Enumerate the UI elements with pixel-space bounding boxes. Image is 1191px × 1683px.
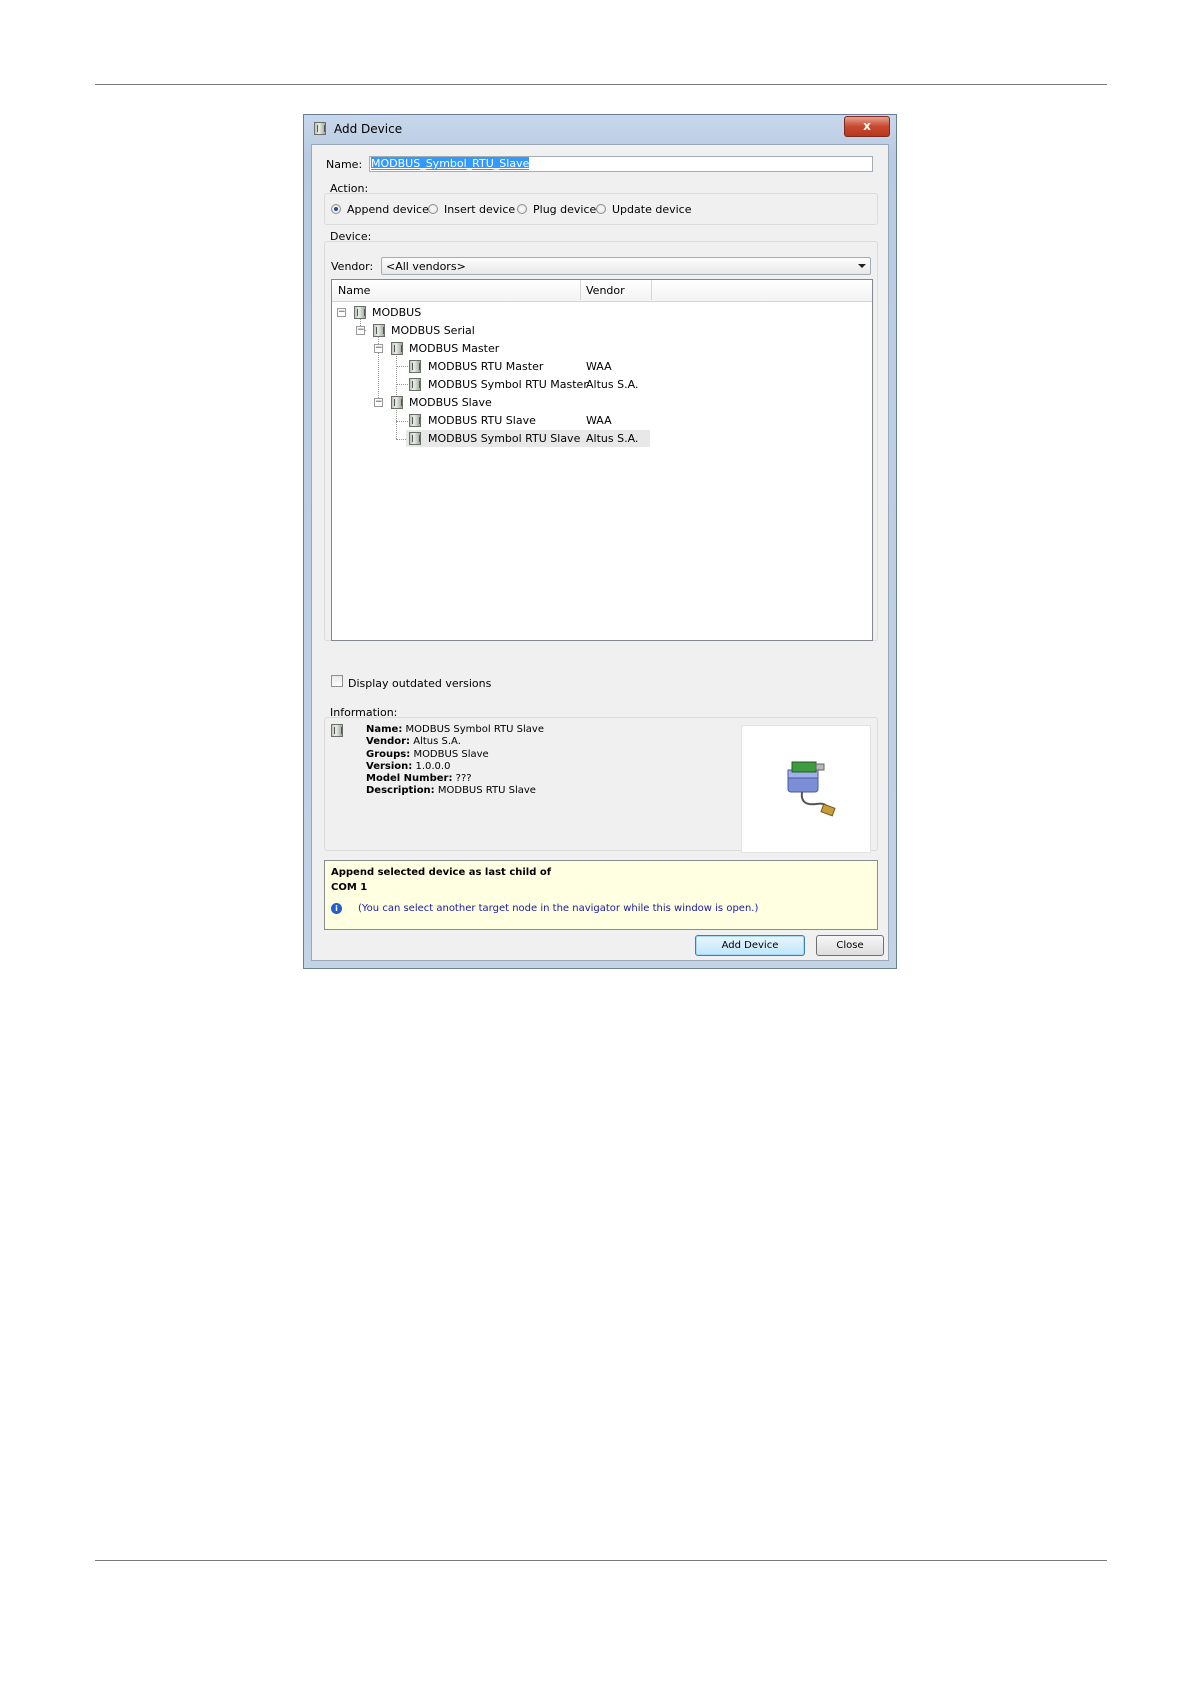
column-header-vendor[interactable]: Vendor [586, 284, 625, 297]
insert-device-radio[interactable] [428, 204, 438, 214]
tree-node-modbus-master[interactable]: MODBUS Master [409, 341, 499, 357]
add-device-dialog: Add Device x Name: MODBUS_Symbol_RTU_Sla… [303, 114, 897, 969]
serial-device-icon [787, 761, 836, 817]
vendor-value: <All vendors> [386, 260, 466, 273]
target-message-box: Append selected device as last child of … [324, 860, 878, 930]
tree-node-modbus-symbol-rtu-slave[interactable]: MODBUS Symbol RTU Slave [428, 431, 580, 447]
collapse-icon[interactable]: − [374, 398, 383, 407]
tree-vendor-cell: Altus S.A. [586, 378, 639, 391]
tree-node-modbus-serial[interactable]: MODBUS Serial [391, 323, 475, 339]
outdated-versions-checkbox[interactable] [331, 675, 343, 687]
name-input[interactable]: MODBUS_Symbol_RTU_Slave [369, 156, 873, 172]
device-tree[interactable]: Name Vendor − MODBUS − MODBUS Serial − M… [331, 279, 873, 641]
tree-node-modbus-slave[interactable]: MODBUS Slave [409, 395, 492, 411]
message-hint: (You can select another target node in t… [358, 903, 759, 914]
info-row-name: Name: MODBUS Symbol RTU Slave [366, 724, 545, 735]
collapse-icon[interactable]: − [356, 326, 365, 335]
dialog-body: Name: MODBUS_Symbol_RTU_Slave Action: Ap… [311, 144, 889, 961]
device-icon [409, 432, 421, 445]
tree-line [396, 384, 408, 385]
device-icon [391, 396, 403, 409]
page-footer-rule [95, 1560, 1107, 1561]
name-value: MODBUS_Symbol_RTU_Slave [371, 157, 530, 170]
device-icon [409, 378, 421, 391]
device-icon [331, 724, 343, 737]
message-line-1: Append selected device as last child of [331, 867, 552, 878]
info-row-vendor: Vendor: Altus S.A. [366, 736, 461, 748]
device-icon [354, 306, 366, 319]
append-device-label[interactable]: Append device [347, 203, 429, 216]
device-group: Vendor: <All vendors> Name Vendor − MODB… [324, 241, 878, 687]
tree-node-modbus-symbol-rtu-master[interactable]: MODBUS Symbol RTU Master [428, 377, 588, 393]
action-group: Append device Insert device Plug device … [324, 193, 878, 225]
tree-vendor-cell: Altus S.A. [586, 432, 639, 445]
collapse-icon[interactable]: − [374, 344, 383, 353]
title-bar[interactable]: Add Device x [304, 115, 896, 143]
tree-header: Name Vendor [332, 280, 872, 302]
outdated-versions-label[interactable]: Display outdated versions [348, 677, 491, 690]
tree-node-modbus[interactable]: MODBUS [372, 305, 421, 321]
tree-vendor-cell: WAA [586, 360, 612, 373]
device-icon [314, 122, 326, 135]
insert-device-label[interactable]: Insert device [444, 203, 515, 216]
dialog-title: Add Device [334, 122, 403, 136]
close-button[interactable]: Close [816, 935, 884, 956]
add-device-button[interactable]: Add Device [695, 935, 805, 956]
tree-node-modbus-rtu-slave[interactable]: MODBUS RTU Slave [428, 413, 536, 429]
chevron-down-icon [858, 264, 866, 268]
vendor-dropdown[interactable]: <All vendors> [381, 257, 871, 275]
name-label: Name: [326, 158, 363, 171]
column-divider[interactable] [580, 280, 581, 300]
tree-vendor-cell: WAA [586, 414, 612, 427]
device-icon [373, 324, 385, 337]
tree-line [396, 349, 397, 403]
info-row-version: Version: 1.0.0.0 [366, 760, 451, 772]
append-device-radio[interactable] [331, 204, 341, 214]
device-image [741, 725, 871, 853]
device-icon [391, 342, 403, 355]
information-details: Name: MODBUS Symbol RTU Slave Vendor: Al… [366, 724, 544, 798]
plug-device-label[interactable]: Plug device [533, 203, 596, 216]
vendor-label: Vendor: [331, 260, 374, 273]
info-icon: i [331, 903, 342, 914]
message-line-2: COM 1 [331, 882, 368, 893]
page-header-rule [95, 84, 1107, 85]
plug-device-radio[interactable] [517, 204, 527, 214]
device-icon [409, 414, 421, 427]
window-close-button[interactable]: x [844, 116, 890, 137]
update-device-label[interactable]: Update device [612, 203, 691, 216]
column-header-name[interactable]: Name [338, 284, 370, 297]
column-divider[interactable] [651, 280, 652, 300]
update-device-radio[interactable] [596, 204, 606, 214]
tree-node-modbus-rtu-master[interactable]: MODBUS RTU Master [428, 359, 543, 375]
tree-line [378, 348, 379, 404]
info-row-description: Description: MODBUS RTU Slave [366, 785, 536, 797]
device-icon [409, 360, 421, 373]
tree-line [396, 421, 408, 422]
info-row-groups: Groups: MODBUS Slave [366, 748, 489, 760]
collapse-icon[interactable]: − [337, 308, 346, 317]
info-row-model-number: Model Number: ??? [366, 773, 472, 785]
tree-line [396, 366, 408, 367]
